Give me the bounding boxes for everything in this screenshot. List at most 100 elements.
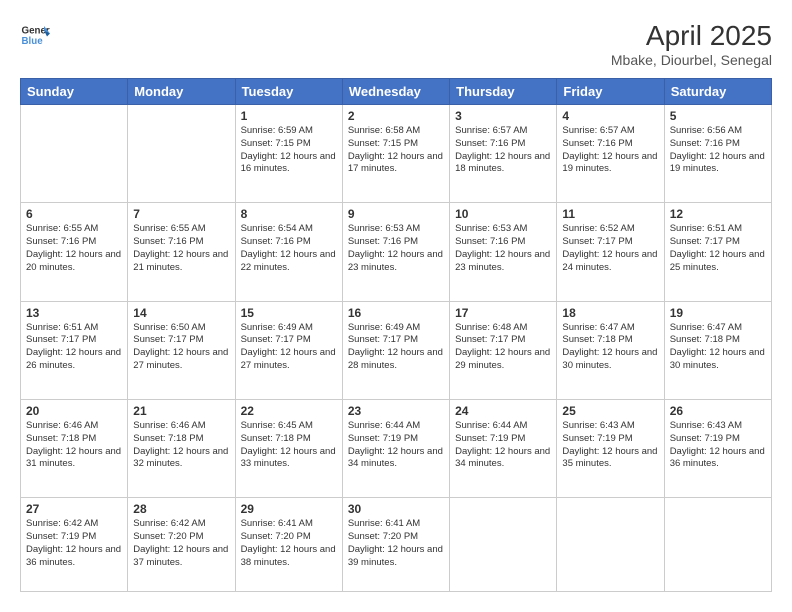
day-info: Sunrise: 6:51 AM Sunset: 7:17 PM Dayligh… (670, 223, 766, 274)
table-row: 24 Sunrise: 6:44 AM Sunset: 7:19 PM Dayli… (450, 399, 557, 497)
table-row: 21Sunrise: 6:46 AM Sunset: 7:18 PM Dayli… (128, 399, 235, 497)
day-number: 27 (26, 502, 122, 516)
table-row: 15 Sunrise: 6:49 AM Sunset: 7:17 PM Dayli… (235, 301, 342, 399)
table-row: 13 Sunrise: 6:51 AM Sunset: 7:17 PM Dayli… (21, 301, 128, 399)
table-row: 12 Sunrise: 6:51 AM Sunset: 7:17 PM Dayli… (664, 203, 771, 301)
day-info: Sunrise: 6:55 AM Sunset: 7:16 PM Dayligh… (26, 223, 122, 274)
table-row (557, 498, 664, 592)
table-row: 9 Sunrise: 6:53 AM Sunset: 7:16 PM Daylig… (342, 203, 449, 301)
col-thursday: Thursday (450, 79, 557, 105)
col-monday: Monday (128, 79, 235, 105)
day-info: Sunrise: 6:43 AM Sunset: 7:19 PM Dayligh… (562, 420, 658, 471)
day-number: 3 (455, 109, 551, 123)
day-info: Sunrise: 6:57 AM Sunset: 7:16 PM Dayligh… (562, 125, 658, 176)
day-info: Sunrise: 6:58 AM Sunset: 7:15 PM Dayligh… (348, 125, 444, 176)
day-info: Sunrise: 6:47 AM Sunset: 7:18 PM Dayligh… (562, 322, 658, 373)
day-info: Sunrise: 6:59 AM Sunset: 7:15 PM Dayligh… (241, 125, 337, 176)
calendar-header-row: Sunday Monday Tuesday Wednesday Thursday… (21, 79, 772, 105)
day-info: Sunrise: 6:55 AM Sunset: 7:16 PM Dayligh… (133, 223, 229, 274)
day-info: Sunrise: 6:44 AM Sunset: 7:19 PM Dayligh… (455, 420, 551, 471)
table-row: 8 Sunrise: 6:54 AM Sunset: 7:16 PM Daylig… (235, 203, 342, 301)
day-info: Sunrise: 6:56 AM Sunset: 7:16 PM Dayligh… (670, 125, 766, 176)
day-info: Sunrise: 6:51 AM Sunset: 7:17 PM Dayligh… (26, 322, 122, 373)
day-number: 13 (26, 306, 122, 320)
day-number: 28 (133, 502, 229, 516)
table-row (450, 498, 557, 592)
table-row: 20 Sunrise: 6:46 AM Sunset: 7:18 PM Dayli… (21, 399, 128, 497)
table-row: 18 Sunrise: 6:47 AM Sunset: 7:18 PM Dayli… (557, 301, 664, 399)
page: General Blue April 2025 Mbake, Diourbel,… (0, 0, 792, 612)
col-saturday: Saturday (664, 79, 771, 105)
day-info: Sunrise: 6:41 AM Sunset: 7:20 PM Dayligh… (348, 518, 444, 569)
day-number: 18 (562, 306, 658, 320)
table-row: 11Sunrise: 6:52 AM Sunset: 7:17 PM Dayli… (557, 203, 664, 301)
day-number: 8 (241, 207, 337, 221)
day-number: 12 (670, 207, 766, 221)
table-row: 29 Sunrise: 6:41 AM Sunset: 7:20 PM Dayli… (235, 498, 342, 592)
month-year: April 2025 (611, 20, 772, 52)
day-number: 29 (241, 502, 337, 516)
table-row: 26 Sunrise: 6:43 AM Sunset: 7:19 PM Dayli… (664, 399, 771, 497)
day-info: Sunrise: 6:45 AM Sunset: 7:18 PM Dayligh… (241, 420, 337, 471)
day-number: 30 (348, 502, 444, 516)
table-row (21, 105, 128, 203)
day-info: Sunrise: 6:42 AM Sunset: 7:19 PM Dayligh… (26, 518, 122, 569)
day-number: 19 (670, 306, 766, 320)
day-number: 11 (562, 207, 658, 221)
day-info: Sunrise: 6:44 AM Sunset: 7:19 PM Dayligh… (348, 420, 444, 471)
table-row: 27 Sunrise: 6:42 AM Sunset: 7:19 PM Dayli… (21, 498, 128, 592)
day-number: 15 (241, 306, 337, 320)
svg-text:Blue: Blue (22, 36, 44, 47)
col-friday: Friday (557, 79, 664, 105)
logo-icon: General Blue (20, 20, 50, 50)
day-number: 2 (348, 109, 444, 123)
table-row: 7Sunrise: 6:55 AM Sunset: 7:16 PM Daylig… (128, 203, 235, 301)
header: General Blue April 2025 Mbake, Diourbel,… (20, 20, 772, 68)
day-info: Sunrise: 6:57 AM Sunset: 7:16 PM Dayligh… (455, 125, 551, 176)
day-number: 20 (26, 404, 122, 418)
day-number: 26 (670, 404, 766, 418)
day-info: Sunrise: 6:41 AM Sunset: 7:20 PM Dayligh… (241, 518, 337, 569)
day-number: 24 (455, 404, 551, 418)
day-number: 1 (241, 109, 337, 123)
day-number: 22 (241, 404, 337, 418)
day-number: 4 (562, 109, 658, 123)
day-info: Sunrise: 6:50 AM Sunset: 7:17 PM Dayligh… (133, 322, 229, 373)
table-row (128, 105, 235, 203)
day-info: Sunrise: 6:42 AM Sunset: 7:20 PM Dayligh… (133, 518, 229, 569)
day-info: Sunrise: 6:46 AM Sunset: 7:18 PM Dayligh… (133, 420, 229, 471)
day-info: Sunrise: 6:46 AM Sunset: 7:18 PM Dayligh… (26, 420, 122, 471)
day-number: 25 (562, 404, 658, 418)
table-row: 17Sunrise: 6:48 AM Sunset: 7:17 PM Dayli… (450, 301, 557, 399)
day-info: Sunrise: 6:53 AM Sunset: 7:16 PM Dayligh… (348, 223, 444, 274)
table-row: 6Sunrise: 6:55 AM Sunset: 7:16 PM Daylig… (21, 203, 128, 301)
table-row: 28 Sunrise: 6:42 AM Sunset: 7:20 PM Dayli… (128, 498, 235, 592)
day-number: 5 (670, 109, 766, 123)
day-info: Sunrise: 6:49 AM Sunset: 7:17 PM Dayligh… (348, 322, 444, 373)
col-tuesday: Tuesday (235, 79, 342, 105)
table-row: 19 Sunrise: 6:47 AM Sunset: 7:18 PM Dayli… (664, 301, 771, 399)
table-row: 3 Sunrise: 6:57 AM Sunset: 7:16 PM Daylig… (450, 105, 557, 203)
location: Mbake, Diourbel, Senegal (611, 52, 772, 68)
logo: General Blue (20, 20, 50, 50)
table-row: 5 Sunrise: 6:56 AM Sunset: 7:16 PM Daylig… (664, 105, 771, 203)
table-row: 14 Sunrise: 6:50 AM Sunset: 7:17 PM Dayli… (128, 301, 235, 399)
col-sunday: Sunday (21, 79, 128, 105)
table-row: 10 Sunrise: 6:53 AM Sunset: 7:16 PM Dayli… (450, 203, 557, 301)
day-info: Sunrise: 6:54 AM Sunset: 7:16 PM Dayligh… (241, 223, 337, 274)
day-number: 23 (348, 404, 444, 418)
day-number: 10 (455, 207, 551, 221)
table-row: 25 Sunrise: 6:43 AM Sunset: 7:19 PM Dayli… (557, 399, 664, 497)
day-number: 14 (133, 306, 229, 320)
day-info: Sunrise: 6:47 AM Sunset: 7:18 PM Dayligh… (670, 322, 766, 373)
day-info: Sunrise: 6:49 AM Sunset: 7:17 PM Dayligh… (241, 322, 337, 373)
table-row: 4 Sunrise: 6:57 AM Sunset: 7:16 PM Daylig… (557, 105, 664, 203)
day-info: Sunrise: 6:53 AM Sunset: 7:16 PM Dayligh… (455, 223, 551, 274)
table-row (664, 498, 771, 592)
day-number: 9 (348, 207, 444, 221)
day-info: Sunrise: 6:43 AM Sunset: 7:19 PM Dayligh… (670, 420, 766, 471)
day-number: 16 (348, 306, 444, 320)
table-row: 23 Sunrise: 6:44 AM Sunset: 7:19 PM Dayli… (342, 399, 449, 497)
day-info: Sunrise: 6:48 AM Sunset: 7:17 PM Dayligh… (455, 322, 551, 373)
table-row: 30 Sunrise: 6:41 AM Sunset: 7:20 PM Dayli… (342, 498, 449, 592)
